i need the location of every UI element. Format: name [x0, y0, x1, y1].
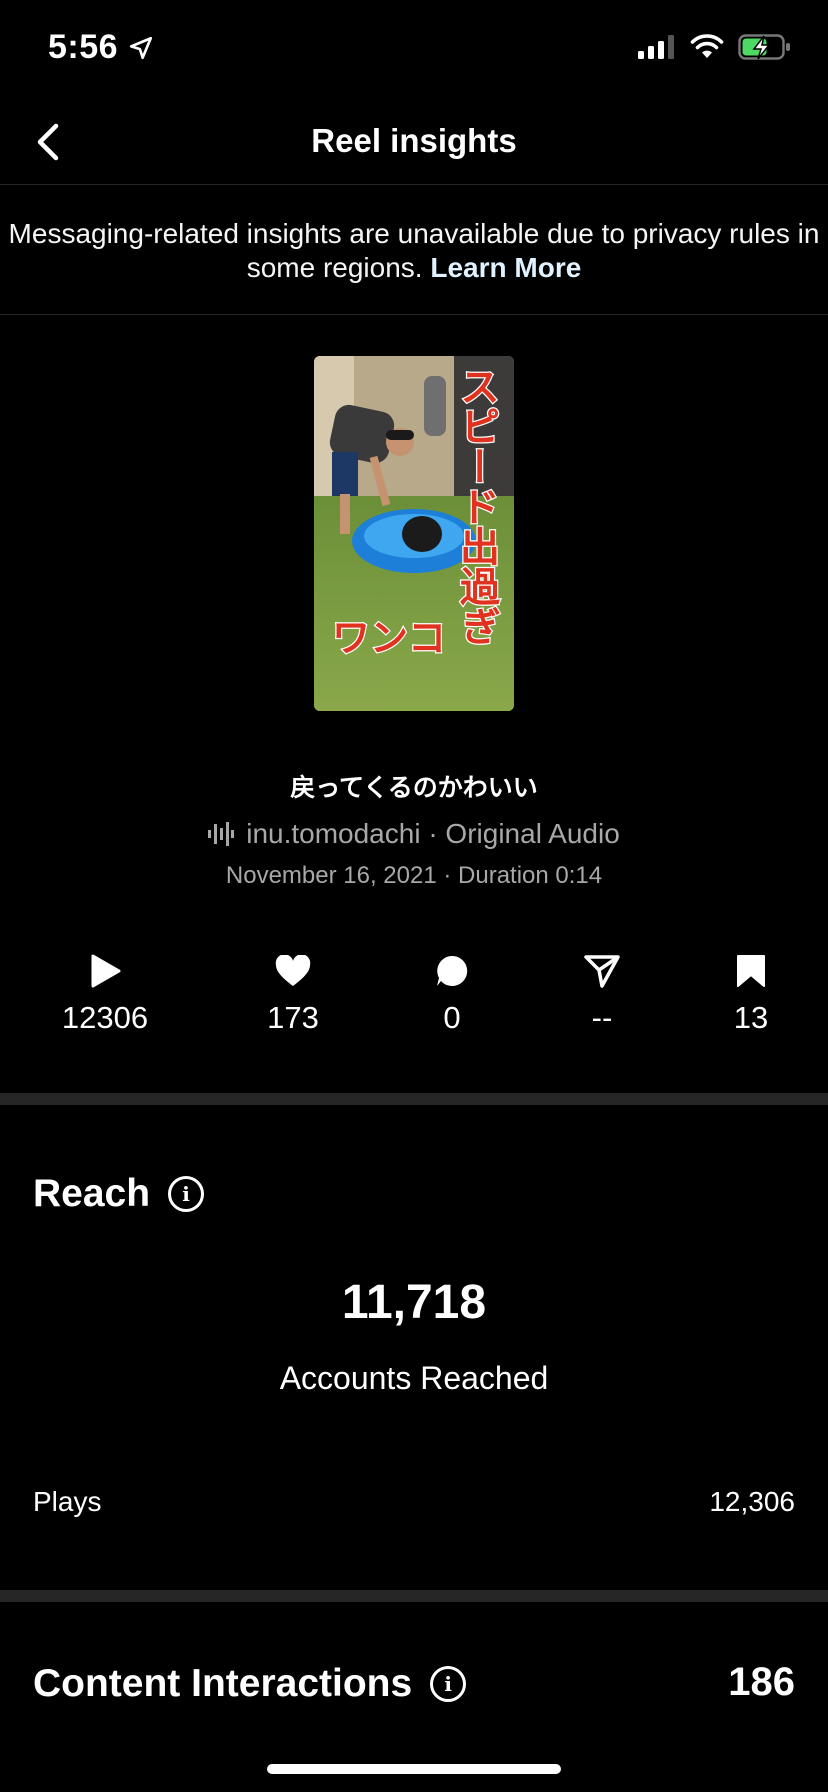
metric-likes: 173	[213, 950, 373, 1036]
plays-row: Plays 12,306	[33, 1486, 795, 1518]
metric-plays: 12306	[25, 950, 185, 1036]
metric-saves: 13	[671, 950, 828, 1036]
status-time-text: 5:56	[48, 28, 119, 66]
heart-icon	[275, 955, 311, 986]
status-time: 5:56	[48, 28, 154, 67]
plays-label: Plays	[33, 1486, 102, 1517]
plays-value: 12,306	[709, 1486, 795, 1517]
reel-insights-screen: 5:56 Reel insights Messaging-related ins…	[0, 0, 828, 1792]
metric-shares-value: --	[591, 1000, 613, 1035]
reach-info-icon[interactable]: i	[168, 1176, 205, 1212]
section-divider	[0, 1093, 828, 1105]
metric-shares: --	[522, 950, 682, 1036]
reel-thumbnail-image: スピード出過ぎ ワンコ	[314, 356, 514, 711]
page-title: Reel insights	[311, 122, 517, 159]
learn-more-link[interactable]: Learn More	[430, 252, 581, 283]
wifi-icon	[690, 34, 724, 58]
thumbnail-overlay-vertical-text: スピード出過ぎ	[453, 366, 500, 646]
reach-title: Reach	[33, 1172, 151, 1215]
metric-comments: 0	[372, 950, 532, 1036]
battery-charging-icon	[738, 34, 790, 60]
thumbnail-overlay-bottom-text: ワンコ	[332, 616, 446, 660]
metrics-row: 12306 173 0 -- 13	[0, 950, 828, 1050]
location-arrow-icon	[130, 36, 153, 59]
cellular-signal-icon	[638, 35, 674, 59]
home-indicator	[267, 1764, 561, 1774]
reach-section-title: Reach i	[33, 1172, 205, 1216]
interactions-value: 186	[728, 1660, 795, 1704]
privacy-notice-text: Messaging-related insights are unavailab…	[8, 218, 820, 283]
accounts-reached-value: 11,718	[341, 1276, 487, 1329]
reel-thumbnail[interactable]: スピード出過ぎ ワンコ	[314, 356, 514, 711]
share-icon	[584, 955, 620, 988]
metric-saves-value: 13	[733, 1000, 769, 1035]
section-divider	[0, 1590, 828, 1602]
comment-icon	[437, 955, 468, 986]
status-bar: 5:56	[0, 0, 828, 100]
audio-text: inu.tomodachi · Original Audio	[246, 818, 620, 849]
play-icon	[91, 954, 121, 988]
reel-caption: 戻ってくるのかわいい	[290, 774, 538, 802]
privacy-notice: Messaging-related insights are unavailab…	[0, 185, 828, 315]
interactions-info-icon[interactable]: i	[430, 1666, 467, 1702]
bookmark-icon	[737, 955, 765, 987]
date-duration: November 16, 2021 · Duration 0:14	[225, 862, 603, 889]
audio-waveform-icon	[208, 822, 235, 846]
interactions-title: Content Interactions	[33, 1662, 413, 1705]
audio-info[interactable]: inu.tomodachi · Original Audio	[0, 818, 828, 850]
metric-comments-value: 0	[443, 1000, 461, 1035]
metric-plays-value: 12306	[61, 1000, 149, 1035]
status-indicators	[638, 34, 792, 60]
accounts-reached-label: Accounts Reached	[279, 1360, 549, 1396]
interactions-section-title: Content Interactions i	[33, 1662, 467, 1706]
metric-likes-value: 173	[267, 1000, 319, 1035]
nav-header: Reel insights	[0, 100, 828, 185]
